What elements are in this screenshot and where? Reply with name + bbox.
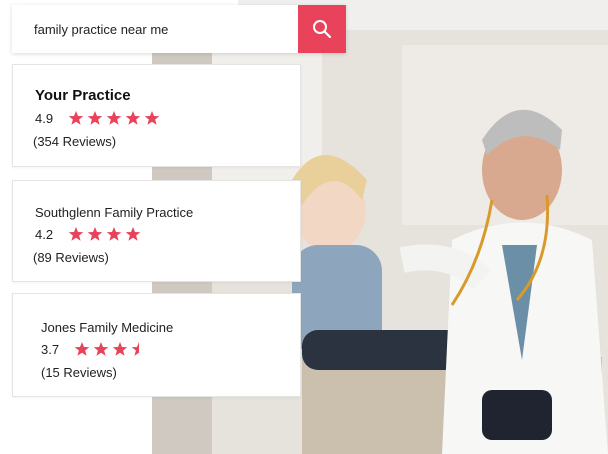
rating-value: 3.7 [41,341,60,357]
rating-value: 4.2 [35,226,54,242]
star-icon [106,111,122,125]
review-count: (89 Reviews) [33,250,109,265]
review-count: (15 Reviews) [41,365,117,380]
star-rating [68,110,163,126]
half-star-icon [131,342,139,356]
star-icon [144,111,160,125]
practice-name: Your Practice [35,87,131,104]
star-icon [93,342,109,356]
star-rating [74,341,150,357]
search-button[interactable] [298,5,346,53]
star-icon [68,227,84,241]
star-icon [106,227,122,241]
star-rating [68,226,144,242]
result-card[interactable]: Southglenn Family Practice 4.2 (89 Revie… [12,180,301,282]
star-icon [87,111,103,125]
rating-value: 4.9 [35,110,54,126]
star-icon [112,342,128,356]
star-icon [74,342,90,356]
star-icon [125,227,141,241]
result-card[interactable]: Your Practice 4.9 (354 Reviews) [12,64,301,167]
review-count: (354 Reviews) [33,134,117,149]
practice-name: Southglenn Family Practice [35,205,194,220]
practice-name: Jones Family Medicine [41,320,174,335]
search-bar [12,5,346,53]
star-icon [68,111,84,125]
search-input[interactable] [12,5,298,53]
search-icon [313,20,332,39]
star-icon [87,227,103,241]
star-icon [125,111,141,125]
result-card[interactable]: Jones Family Medicine 3.7 (15 Reviews) [12,293,301,397]
